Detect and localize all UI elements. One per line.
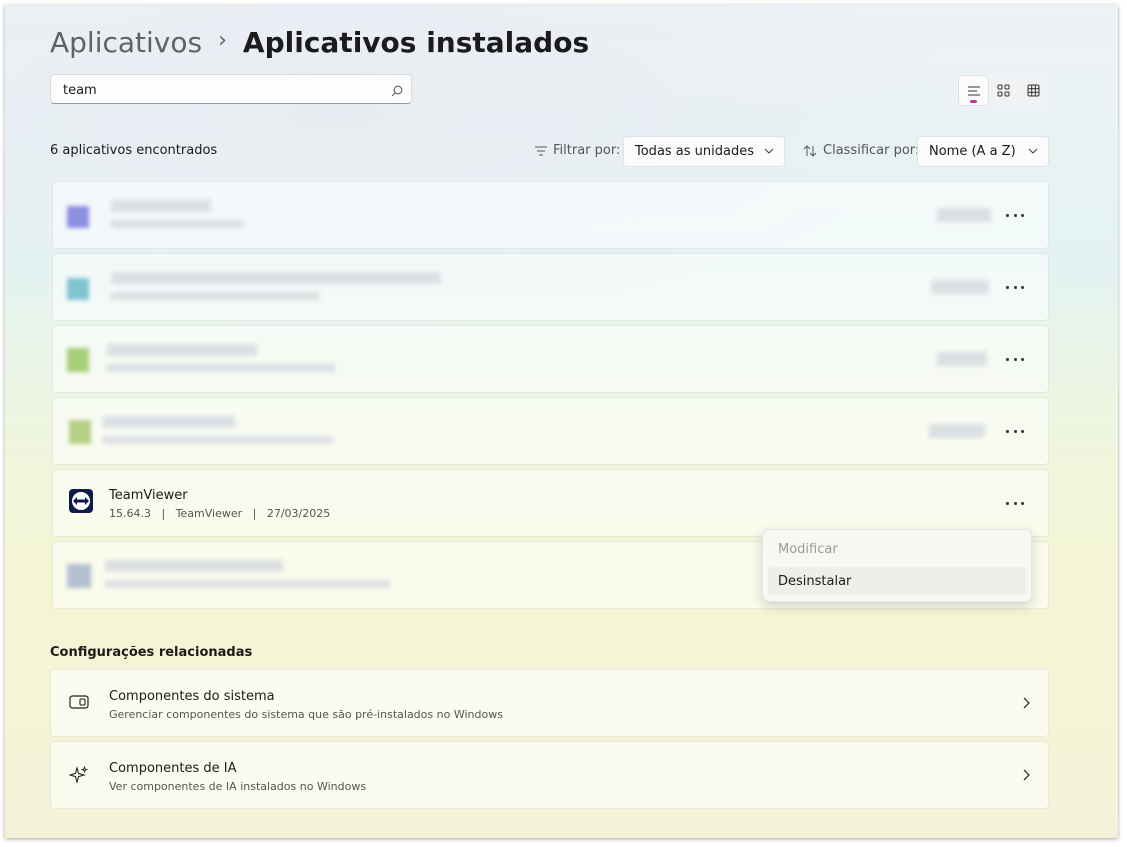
more-options-button[interactable] — [1006, 352, 1024, 366]
page-title: Aplicativos instalados — [242, 25, 590, 59]
breadcrumb: Aplicativos › Aplicativos instalados — [50, 22, 589, 62]
system-components-icon — [69, 695, 89, 709]
app-meta-redacted — [111, 292, 319, 300]
app-install-date: 27/03/2025 — [266, 507, 331, 520]
sparkle-icon — [69, 766, 89, 784]
card-title: Componentes de IA — [109, 761, 237, 776]
app-publisher: TeamViewer — [175, 507, 243, 520]
app-row — [52, 181, 1049, 249]
sort-label-group: Classificar por: — [803, 143, 919, 158]
table-view-icon — [1027, 84, 1040, 97]
sort-dropdown[interactable]: Nome (A a Z) — [917, 136, 1049, 167]
app-name-redacted — [111, 200, 211, 212]
search-icon[interactable] — [391, 82, 403, 101]
sort-label: Classificar por: — [823, 143, 920, 158]
chevron-down-icon — [764, 148, 774, 154]
app-name-redacted — [103, 416, 235, 428]
app-name-redacted — [107, 344, 257, 356]
app-row — [52, 253, 1049, 321]
app-size-redacted — [929, 424, 985, 438]
app-meta-redacted — [105, 580, 390, 588]
modify-menu-item: Modificar — [778, 541, 838, 557]
more-options-button[interactable] — [1006, 208, 1024, 222]
app-size-redacted — [937, 352, 987, 366]
card-subtitle: Gerenciar componentes do sistema que são… — [109, 708, 503, 721]
app-meta-redacted — [103, 436, 333, 444]
app-icon-redacted — [67, 278, 89, 300]
app-name-redacted — [105, 560, 283, 572]
list-view-icon — [967, 86, 980, 95]
app-icon-redacted — [69, 420, 91, 444]
app-name-redacted — [111, 272, 441, 284]
chevron-right-icon — [1023, 769, 1030, 781]
filter-label: Filtrar por: — [553, 143, 621, 158]
app-size-redacted — [931, 280, 989, 294]
results-count: 6 aplicativos encontrados — [50, 143, 218, 158]
breadcrumb-separator: › — [218, 27, 227, 53]
app-size-redacted — [937, 208, 991, 222]
app-row-teamviewer: TeamViewer 15.64.3 | TeamViewer | 27/03/… — [52, 469, 1049, 537]
more-options-button[interactable] — [1006, 280, 1024, 294]
breadcrumb-parent[interactable]: Aplicativos — [50, 26, 202, 59]
app-version: 15.64.3 — [109, 507, 151, 520]
card-subtitle: Ver componentes de IA instalados no Wind… — [109, 780, 367, 793]
chevron-right-icon — [1023, 697, 1030, 709]
app-meta-redacted — [111, 220, 243, 228]
table-view-button[interactable] — [1019, 76, 1048, 105]
search-input[interactable] — [61, 75, 385, 105]
filter-label-group: Filtrar por: — [535, 143, 620, 158]
list-view-button[interactable] — [959, 76, 988, 105]
sort-value: Nome (A a Z) — [929, 144, 1016, 159]
ai-components-card[interactable]: Componentes de IA Ver componentes de IA … — [50, 741, 1049, 809]
app-row — [52, 397, 1049, 465]
grid-view-icon — [997, 84, 1010, 97]
grid-view-button[interactable] — [989, 76, 1018, 105]
app-name: TeamViewer — [109, 488, 188, 503]
related-settings-heading: Configurações relacionadas — [50, 645, 253, 660]
app-row — [52, 325, 1049, 393]
app-icon-redacted — [67, 564, 91, 588]
chevron-down-icon — [1028, 148, 1038, 154]
app-icon-redacted — [67, 206, 89, 228]
more-options-button[interactable] — [1006, 496, 1024, 510]
uninstall-menu-item[interactable]: Desinstalar — [768, 567, 1026, 595]
filter-dropdown[interactable]: Todas as unidades — [623, 136, 785, 167]
search-box[interactable] — [50, 74, 412, 105]
sort-icon — [803, 144, 817, 157]
card-title: Componentes do sistema — [109, 689, 275, 704]
app-meta: 15.64.3 | TeamViewer | 27/03/2025 — [109, 507, 331, 520]
active-indicator — [970, 100, 977, 103]
app-context-menu: Modificar Desinstalar — [762, 529, 1032, 602]
teamviewer-icon — [69, 489, 93, 513]
more-options-button[interactable] — [1006, 424, 1024, 438]
filter-icon — [535, 146, 547, 155]
system-components-card[interactable]: Componentes do sistema Gerenciar compone… — [50, 669, 1049, 737]
app-meta-redacted — [107, 364, 335, 372]
filter-value: Todas as unidades — [635, 144, 755, 159]
app-icon-redacted — [67, 348, 89, 372]
view-mode-toggle — [956, 74, 1050, 107]
settings-window: Aplicativos › Aplicativos instalados 6 a… — [5, 5, 1118, 838]
